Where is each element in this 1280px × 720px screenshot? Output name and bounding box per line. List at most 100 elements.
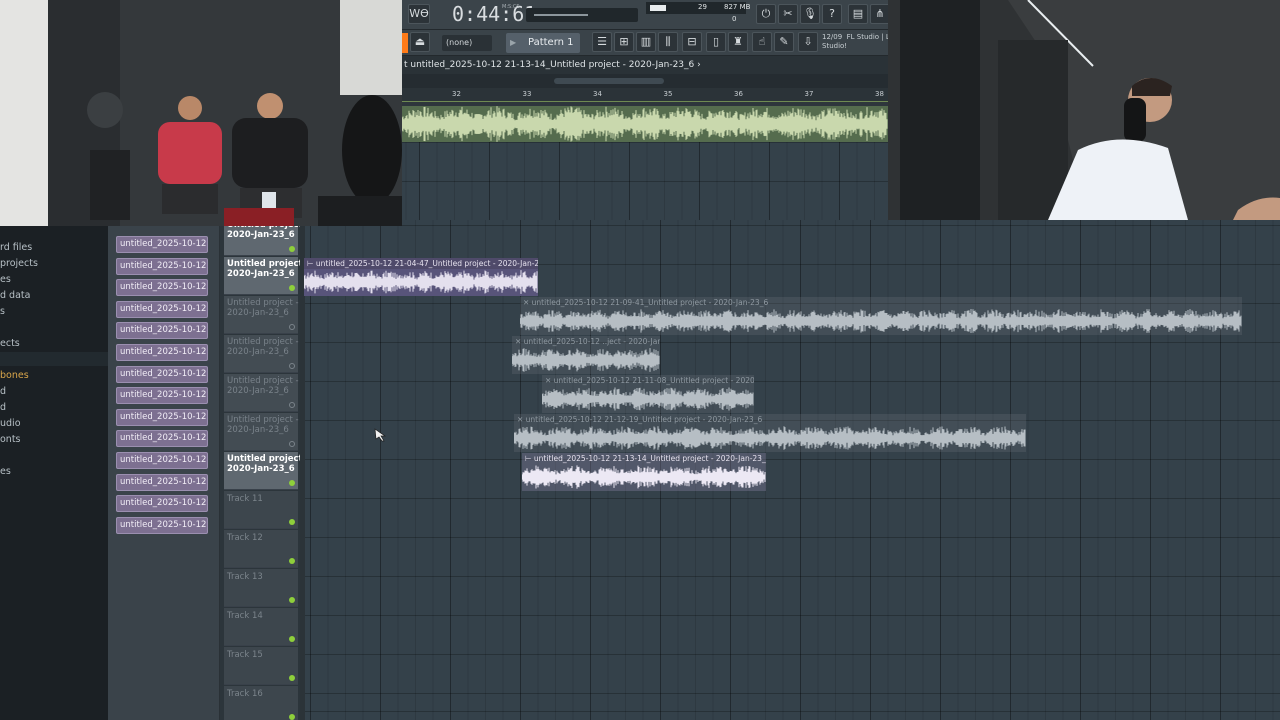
track-header[interactable]: Track 11: [224, 491, 298, 529]
pattern-none-selector[interactable]: (none): [442, 35, 492, 51]
master-waveform: [402, 106, 888, 142]
track-mute-led[interactable]: [289, 324, 295, 330]
audio-clip[interactable]: ✕ untitled_2025-10-12 21-12-19_Untitled …: [514, 414, 1026, 452]
master-volume-slider[interactable]: [526, 8, 638, 22]
song-time-display[interactable]: 0:44:61: [452, 2, 536, 26]
clip-menu-icon[interactable]: ✕: [545, 376, 554, 385]
pattern-prev-icon[interactable]: ▶: [510, 33, 516, 53]
track-mute-led[interactable]: [289, 363, 295, 369]
track-header[interactable]: Untitled project - 2020-Jan-23_6: [224, 452, 309, 490]
browser-item[interactable]: d: [0, 402, 6, 413]
track-mute-led[interactable]: [289, 714, 295, 720]
audio-clip-title: ✕ untitled_2025-10-12 ..ject - 2020-Jan-…: [512, 336, 660, 347]
browser-item[interactable]: rd files: [0, 242, 32, 253]
horizontal-scrollbar[interactable]: [402, 74, 888, 88]
browser-item[interactable]: d data: [0, 290, 30, 301]
touch-icon[interactable]: ☝: [752, 32, 772, 52]
track-mute-led[interactable]: [289, 636, 295, 642]
stamp-icon[interactable]: ⏏: [410, 32, 430, 52]
studio-scene-left: [0, 0, 402, 226]
clip-source-item[interactable]: untitled_2025-10-12 21-...: [116, 430, 208, 448]
clip-source-item[interactable]: untitled_2025-10-12 21-...: [116, 387, 208, 405]
clip-menu-icon[interactable]: ⊢: [307, 259, 316, 268]
clip-source-item[interactable]: untitled_2025-10-12 20-...: [116, 257, 208, 275]
clip-source-item[interactable]: untitled_2025-10-12 21-...: [116, 322, 208, 340]
audio-clip[interactable]: ✕ untitled_2025-10-12 21-09-41_Untitled …: [520, 297, 1242, 335]
track-header[interactable]: Track 16: [224, 686, 298, 720]
save-icon[interactable]: ▤: [848, 4, 868, 24]
piano-roll-icon[interactable]: ⊞: [614, 32, 634, 52]
ruler-bar-number: 35: [663, 90, 673, 98]
clip-menu-icon[interactable]: ⊢: [525, 454, 534, 463]
fl-studio-news[interactable]: 12/09 FL Studio | L Studio!: [822, 33, 890, 51]
browser-item[interactable]: s: [0, 306, 5, 317]
track-mute-led[interactable]: [289, 402, 295, 408]
clipboard-icon[interactable]: ▯: [706, 32, 726, 52]
clip-source-item[interactable]: untitled_2025-10-12 21-...: [116, 495, 208, 513]
track-header[interactable]: Untitled project - 2020-Jan-23_6: [224, 374, 299, 412]
track-header[interactable]: Untitled project - 2020-Jan-23_6: [224, 257, 309, 295]
plugin-icon[interactable]: ♜: [728, 32, 748, 52]
cut-icon[interactable]: ✂: [778, 4, 798, 24]
browser-item[interactable]: d: [0, 386, 6, 397]
audio-clip[interactable]: ✕ untitled_2025-10-12 ..ject - 2020-Jan-…: [512, 336, 660, 374]
memory-sub-value: 0: [732, 15, 737, 23]
track-header[interactable]: Track 15: [224, 647, 298, 685]
track-mute-led[interactable]: [289, 558, 295, 564]
browser-item[interactable]: ects: [0, 338, 20, 349]
clip-source-item[interactable]: untitled_2025-10-12 21-...: [116, 452, 208, 469]
audio-waveform: [522, 465, 766, 489]
track-header[interactable]: Untitled project - 2020-Jan-23_6: [224, 335, 299, 373]
browser-item[interactable]: bones: [0, 370, 29, 381]
track-header[interactable]: Track 14: [224, 608, 298, 646]
browser-item[interactable]: udio: [0, 418, 21, 429]
clip-menu-icon[interactable]: ✕: [517, 415, 526, 424]
audio-clip[interactable]: ⊢ untitled_2025-10-12 21-04-47_Untitled …: [304, 258, 538, 296]
clip-source-item[interactable]: untitled_2025-10-12 20-...: [116, 236, 208, 253]
pattern-selector[interactable]: ▶ Pattern 1: [506, 33, 580, 53]
audio-clip[interactable]: ⊢ untitled_2025-10-12 21-13-14_Untitled …: [522, 453, 766, 491]
audio-waveform: [542, 387, 754, 411]
power-icon[interactable]: ⏻: [756, 4, 776, 24]
clip-source-item[interactable]: untitled_2025-10-12 21-...: [116, 344, 208, 361]
browser-icon[interactable]: ⊟: [682, 32, 702, 52]
clip-source-item[interactable]: untitled_2025-10-12 21-...: [116, 300, 208, 318]
timeline-ruler[interactable]: 32 33 34 35 36 37 38: [402, 88, 888, 102]
metronome-icon[interactable]: ⋔: [870, 4, 890, 24]
track-mute-led[interactable]: [289, 441, 295, 447]
clip-source-item[interactable]: untitled_2025-10-12 21-...: [116, 408, 208, 426]
track-mute-led[interactable]: [289, 480, 295, 486]
track-label: Untitled project - 2020-Jan-23_6: [227, 376, 299, 396]
track-mute-led[interactable]: [289, 597, 295, 603]
track-header[interactable]: Track 13: [224, 569, 298, 607]
playlist-icon[interactable]: ☰: [592, 32, 612, 52]
browser-item[interactable]: es: [0, 466, 11, 477]
wave-mode-icon[interactable]: Wϴ: [408, 4, 430, 24]
download-icon[interactable]: ⇩: [798, 32, 818, 52]
track-mute-led[interactable]: [289, 246, 295, 252]
audio-clip[interactable]: ✕ untitled_2025-10-12 21-11-08_Untitled …: [542, 375, 754, 413]
track-mute-led[interactable]: [289, 285, 295, 291]
track-header[interactable]: Track 12: [224, 530, 298, 568]
track-label: Track 13: [227, 572, 263, 582]
scroll-thumb[interactable]: [554, 78, 664, 84]
clip-menu-icon[interactable]: ✕: [523, 298, 532, 307]
clip-source-item[interactable]: untitled_2025-10-12 21-...: [116, 516, 208, 534]
help-icon[interactable]: ?: [822, 4, 842, 24]
track-mute-led[interactable]: [289, 675, 295, 681]
tag-icon[interactable]: ✎: [774, 32, 794, 52]
clip-source-item[interactable]: untitled_2025-10-12 21-...: [116, 365, 208, 383]
clip-menu-icon[interactable]: ✕: [515, 337, 524, 346]
browser-item[interactable]: projects: [0, 258, 38, 269]
clip-name: untitled_2025-10-12 21-12-19_Untitled pr…: [525, 415, 763, 424]
browser-item[interactable]: onts: [0, 434, 21, 445]
track-mute-led[interactable]: [289, 519, 295, 525]
channel-rack-icon[interactable]: ▥: [636, 32, 656, 52]
track-header[interactable]: Untitled project - 2020-Jan-23_6: [224, 413, 299, 451]
track-header[interactable]: Untitled project - 2020-Jan-23_6: [224, 296, 299, 334]
microphone-icon[interactable]: 🎙: [800, 4, 820, 24]
clip-source-item[interactable]: untitled_2025-10-12 21-...: [116, 473, 208, 491]
browser-item[interactable]: es: [0, 274, 11, 285]
clip-source-item[interactable]: untitled_2025-10-12 20-...: [116, 279, 208, 297]
mixer-icon[interactable]: ⫼: [658, 32, 678, 52]
